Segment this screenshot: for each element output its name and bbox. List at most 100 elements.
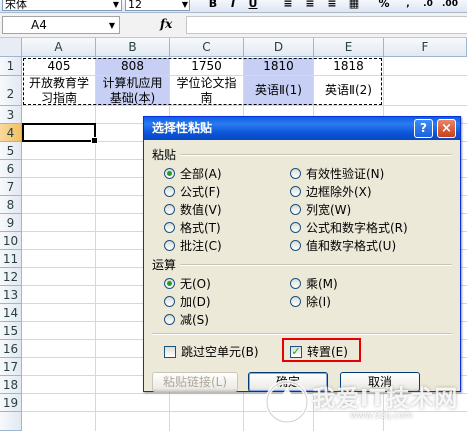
dialog-title-bar[interactable]: 选择性粘贴: [144, 117, 460, 140]
comma-style-icon[interactable]: ,: [400, 0, 416, 11]
operation-subtract-radio[interactable]: 减(S): [164, 311, 209, 328]
transpose-checkbox[interactable]: ✓ 转置(E): [290, 343, 348, 360]
cell-a2[interactable]: 开放教育学习指南: [23, 76, 95, 105]
row-header[interactable]: 13: [0, 286, 22, 304]
paste-validation-radio[interactable]: 有效性验证(N): [290, 165, 384, 182]
radio-icon: [290, 204, 301, 215]
column-header-b[interactable]: B: [96, 38, 170, 57]
font-name-box[interactable]: 宋体: [2, 0, 122, 11]
paste-column-widths-radio[interactable]: 列宽(W): [290, 201, 351, 218]
radio-icon: [290, 222, 301, 233]
paste-all-radio[interactable]: 全部(A): [164, 165, 222, 182]
column-headers: A B C D E F: [0, 38, 467, 57]
merge-center-icon[interactable]: ▦: [346, 0, 362, 11]
select-all-corner[interactable]: [0, 38, 22, 57]
row-header[interactable]: 16: [0, 340, 22, 358]
row-header[interactable]: 6: [0, 160, 22, 178]
radio-icon: [164, 240, 175, 251]
cell-d1[interactable]: 1810: [244, 58, 313, 75]
insert-function-icon[interactable]: fx: [160, 17, 172, 31]
cell-c2[interactable]: 学位论文指南: [170, 76, 243, 105]
paste-formats-radio[interactable]: 格式(T): [164, 219, 221, 236]
row-header[interactable]: 8: [0, 196, 22, 214]
decrease-decimal-icon[interactable]: .00: [442, 0, 458, 11]
formula-input[interactable]: [186, 16, 467, 34]
row-header[interactable]: 12: [0, 268, 22, 286]
font-size-dropdown-icon[interactable]: ▼: [180, 0, 190, 11]
paste-special-dialog: 选择性粘贴 ? × 粘贴 全部(A) 公式(F) 数值(V) 格式(T) 批注(…: [143, 116, 461, 392]
help-button[interactable]: ?: [414, 119, 433, 138]
skip-blanks-checkbox[interactable]: 跳过空单元(B): [164, 343, 259, 360]
active-cell-a4[interactable]: [22, 123, 98, 144]
column-header-d[interactable]: D: [244, 38, 314, 57]
align-right-icon[interactable]: ≡: [324, 0, 340, 11]
radio-icon: [164, 168, 175, 179]
radio-icon: [290, 296, 301, 307]
row-header[interactable]: 18: [0, 376, 22, 394]
row-header[interactable]: 14: [0, 304, 22, 322]
name-box-value: A4: [31, 18, 47, 32]
paste-formulas-number-formats-radio[interactable]: 公式和数字格式(R): [290, 219, 408, 236]
align-left-icon[interactable]: ≡: [280, 0, 296, 11]
cell-e2[interactable]: 英语Ⅱ(2): [314, 76, 383, 105]
paste-except-borders-radio[interactable]: 边框除外(X): [290, 183, 372, 200]
row-header[interactable]: 7: [0, 178, 22, 196]
operation-group-label: 运算: [152, 258, 177, 272]
column-header-e[interactable]: E: [314, 38, 384, 57]
checkbox-icon: [164, 345, 176, 358]
percent-style-icon[interactable]: %: [376, 0, 392, 11]
row-header[interactable]: 9: [0, 214, 22, 232]
row-header[interactable]: 1: [0, 57, 22, 76]
underline-button[interactable]: U: [245, 0, 261, 11]
paste-group-divider: [180, 154, 452, 156]
cell-b1[interactable]: 808: [96, 58, 169, 75]
cell-e1[interactable]: 1818: [314, 58, 383, 75]
close-button[interactable]: ×: [437, 119, 456, 138]
watermark-url: www.52ij.com: [350, 411, 413, 421]
radio-icon: [290, 186, 301, 197]
paste-group-label: 粘贴: [152, 148, 177, 162]
paste-link-button[interactable]: 粘贴链接(L): [152, 372, 238, 392]
row-header: [0, 412, 22, 431]
cell-b2[interactable]: 计算机应用基础(本): [96, 76, 169, 105]
row-header[interactable]: 5: [0, 142, 22, 160]
increase-decimal-icon[interactable]: .0: [420, 0, 436, 11]
row-header[interactable]: 17: [0, 358, 22, 376]
row-header[interactable]: 15: [0, 322, 22, 340]
font-name-dropdown-icon[interactable]: ▼: [111, 0, 121, 11]
name-box[interactable]: A4 ▼: [2, 16, 120, 34]
fill-handle[interactable]: [91, 137, 98, 144]
align-center-icon[interactable]: ≡: [302, 0, 318, 11]
radio-icon: [164, 222, 175, 233]
cell-c1[interactable]: 1750: [170, 58, 243, 75]
operation-add-radio[interactable]: 加(D): [164, 293, 211, 310]
radio-icon: [290, 278, 301, 289]
cell-d2[interactable]: 英语Ⅱ(1): [244, 76, 313, 105]
column-header-c[interactable]: C: [170, 38, 244, 57]
cancel-button[interactable]: 取消: [340, 372, 420, 392]
radio-icon: [290, 168, 301, 179]
row-header[interactable]: 10: [0, 232, 22, 250]
bold-button[interactable]: B: [205, 0, 221, 11]
operation-multiply-radio[interactable]: 乘(M): [290, 275, 338, 292]
paste-comments-radio[interactable]: 批注(C): [164, 237, 222, 254]
cell-a1[interactable]: 405: [23, 58, 95, 75]
row-header[interactable]: 11: [0, 250, 22, 268]
operation-group-divider: [180, 264, 452, 266]
column-header-f[interactable]: F: [384, 38, 467, 57]
radio-icon: [164, 278, 175, 289]
paste-formulas-radio[interactable]: 公式(F): [164, 183, 220, 200]
name-box-dropdown-icon[interactable]: ▼: [109, 17, 115, 34]
row-header[interactable]: 2: [0, 76, 22, 106]
row-header[interactable]: 3: [0, 106, 22, 124]
formatting-toolbar: 宋体 ▼ 12 ▼ B I U ≡ ≡ ≡ ▦ % , .0 .00: [0, 0, 467, 13]
column-header-a[interactable]: A: [22, 38, 96, 57]
paste-values-radio[interactable]: 数值(V): [164, 201, 222, 218]
operation-divide-radio[interactable]: 除(I): [290, 293, 331, 310]
ok-button[interactable]: 确定: [248, 372, 328, 392]
italic-button[interactable]: I: [225, 0, 241, 11]
row-header-selected[interactable]: 4: [0, 124, 22, 142]
paste-values-number-formats-radio[interactable]: 值和数字格式(U): [290, 237, 396, 254]
row-header[interactable]: 19: [0, 394, 22, 412]
operation-none-radio[interactable]: 无(O): [164, 275, 211, 292]
